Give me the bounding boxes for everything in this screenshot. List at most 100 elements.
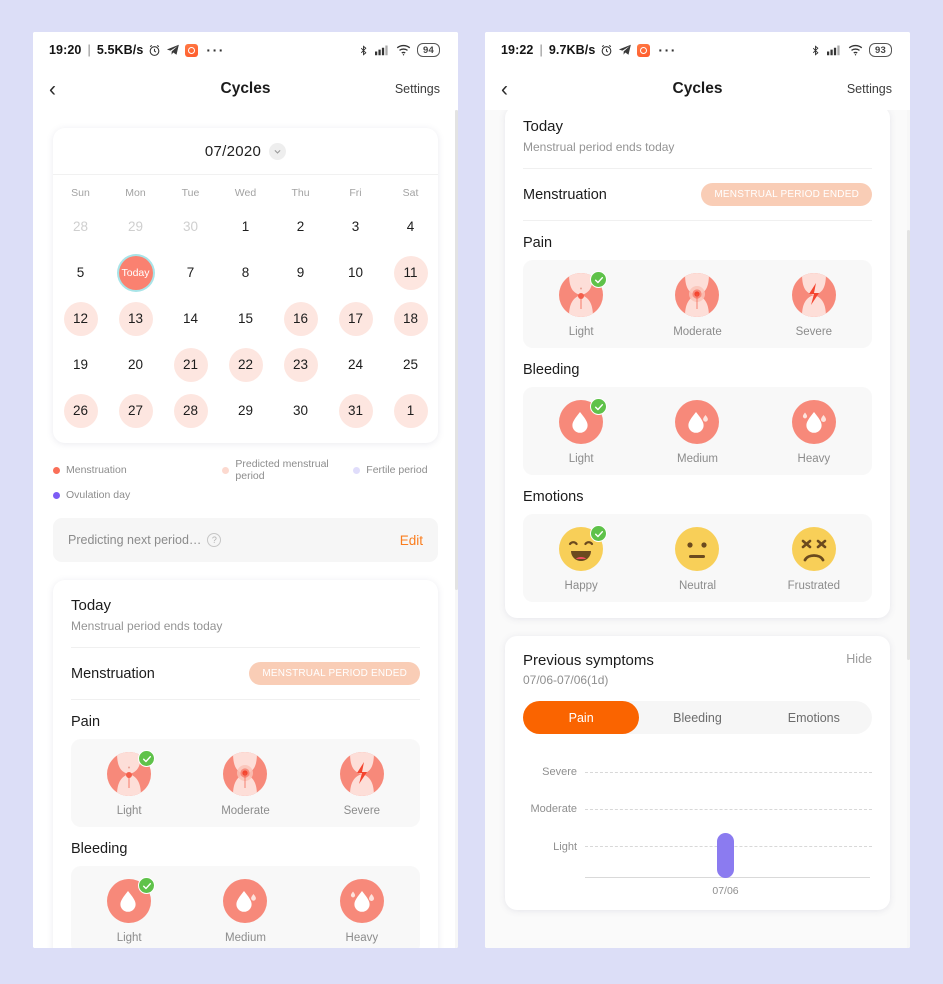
calendar-cell[interactable]: 25 [383,346,438,383]
calendar-day-21[interactable]: 21 [173,347,208,382]
calendar-day-15[interactable]: 15 [229,302,263,336]
calendar-day-13[interactable]: 13 [118,301,153,336]
back-button[interactable]: ‹ [49,79,56,100]
calendar-cell[interactable]: 13 [108,300,163,337]
scrollbar-thumb[interactable] [907,230,910,660]
calendar-cell[interactable]: 20 [108,346,163,383]
scrollbar-track[interactable] [907,110,910,948]
calendar-day-8[interactable]: 8 [229,256,263,290]
calendar-day-1[interactable]: 1 [229,210,263,244]
settings-button[interactable]: Settings [847,82,892,96]
calendar-day-31[interactable]: 31 [338,393,373,428]
calendar-cell[interactable]: 17 [328,300,383,337]
predict-next-period-row[interactable]: Predicting next period… ? Edit [53,518,438,562]
calendar-day-28[interactable]: 28 [64,210,98,244]
calendar-day-30[interactable]: 30 [174,210,208,244]
calendar-cell[interactable]: 1 [218,208,273,245]
calendar-cell[interactable]: 2 [273,208,328,245]
calendar-day-29[interactable]: 29 [229,394,263,428]
calendar-cell[interactable]: 26 [53,392,108,429]
calendar-cell[interactable]: 30 [163,208,218,245]
hide-button[interactable]: Hide [846,652,872,666]
calendar-cell[interactable]: 14 [163,300,218,337]
option-moderate[interactable]: Moderate [639,273,755,338]
calendar-cell[interactable]: 30 [273,392,328,429]
calendar-cell[interactable]: 3 [328,208,383,245]
calendar-day-11[interactable]: 11 [393,255,428,290]
calendar-cell[interactable]: 24 [328,346,383,383]
option-medium[interactable]: Medium [187,879,303,944]
tab-pain[interactable]: Pain [523,701,640,734]
calendar-day-16[interactable]: 16 [283,301,318,336]
option-moderate[interactable]: Moderate [187,752,303,817]
calendar-day-9[interactable]: 9 [284,256,318,290]
calendar-cell[interactable]: 9 [273,254,328,291]
calendar-day-24[interactable]: 24 [339,348,373,382]
calendar-cell[interactable]: 21 [163,346,218,383]
edit-button[interactable]: Edit [400,533,423,548]
calendar-day-5[interactable]: 5 [64,256,98,290]
scrollbar-track[interactable] [455,110,458,948]
calendar-day-20[interactable]: 20 [119,348,153,382]
settings-button[interactable]: Settings [395,82,440,96]
calendar-day-22[interactable]: 22 [228,347,263,382]
calendar-cell[interactable]: 23 [273,346,328,383]
calendar-day-14[interactable]: 14 [174,302,208,336]
calendar-day-25[interactable]: 25 [394,348,428,382]
option-heavy[interactable]: Heavy [304,879,420,944]
option-happy[interactable]: Happy [523,525,639,592]
calendar-cell[interactable]: 29 [218,392,273,429]
calendar-cell[interactable]: 16 [273,300,328,337]
calendar-cell[interactable]: 8 [218,254,273,291]
calendar-cell[interactable]: 12 [53,300,108,337]
option-neutral[interactable]: Neutral [639,527,755,592]
calendar-day-4[interactable]: 4 [394,210,428,244]
scroll-area-left[interactable]: 07/2020 Sun Mon Tue Wed Thu Fri Sat 28 29 30 1 2 3 4… [33,110,458,948]
option-medium[interactable]: Medium [639,400,755,465]
calendar-cell[interactable]: 19 [53,346,108,383]
calendar-cell[interactable]: 28 [53,208,108,245]
scroll-area-right[interactable]: Today Menstrual period ends today Menstr… [485,110,910,948]
calendar-cell[interactable]: 15 [218,300,273,337]
calendar-day-17[interactable]: 17 [338,301,373,336]
calendar-day-19[interactable]: 19 [64,348,98,382]
calendar-day-27[interactable]: 27 [118,393,153,428]
calendar-day-2[interactable]: 2 [284,210,318,244]
question-mark-icon[interactable]: ? [207,533,222,547]
calendar-day-30[interactable]: 30 [284,394,318,428]
calendar-day-7[interactable]: 7 [174,256,208,290]
calendar-cell[interactable]: 4 [383,208,438,245]
calendar-cell[interactable]: 31 [328,392,383,429]
calendar-day-26[interactable]: 26 [63,393,98,428]
back-button[interactable]: ‹ [501,79,508,100]
calendar-cell[interactable]: 28 [163,392,218,429]
calendar-cell[interactable]: 7 [163,254,218,291]
option-light[interactable]: Light [71,877,187,944]
calendar-day-12[interactable]: 12 [63,301,98,336]
calendar-cell[interactable]: Today [108,254,163,291]
tab-emotions[interactable]: Emotions [756,701,872,734]
calendar-day-10[interactable]: 10 [339,256,373,290]
calendar-header[interactable]: 07/2020 [53,128,438,175]
calendar-cell[interactable]: 27 [108,392,163,429]
option-severe[interactable]: Severe [756,273,872,338]
chevron-down-icon[interactable] [269,142,287,160]
calendar-day-28[interactable]: 28 [173,393,208,428]
option-heavy[interactable]: Heavy [756,400,872,465]
calendar-day-3[interactable]: 3 [339,210,373,244]
calendar-cell[interactable]: 11 [383,254,438,291]
option-frustrated[interactable]: Frustrated [756,527,872,592]
calendar-day-1[interactable]: 1 [393,393,428,428]
option-light[interactable]: Light [523,271,639,338]
calendar-cell[interactable]: 18 [383,300,438,337]
calendar-cell[interactable]: 22 [218,346,273,383]
calendar-cell[interactable]: 1 [383,392,438,429]
tab-bleeding[interactable]: Bleeding [639,701,755,734]
option-severe[interactable]: Severe [304,752,420,817]
calendar-day-today[interactable]: Today [118,255,153,290]
option-light[interactable]: Light [71,750,187,817]
calendar-day-23[interactable]: 23 [283,347,318,382]
calendar-cell[interactable]: 29 [108,208,163,245]
calendar-cell[interactable]: 10 [328,254,383,291]
calendar-cell[interactable]: 5 [53,254,108,291]
